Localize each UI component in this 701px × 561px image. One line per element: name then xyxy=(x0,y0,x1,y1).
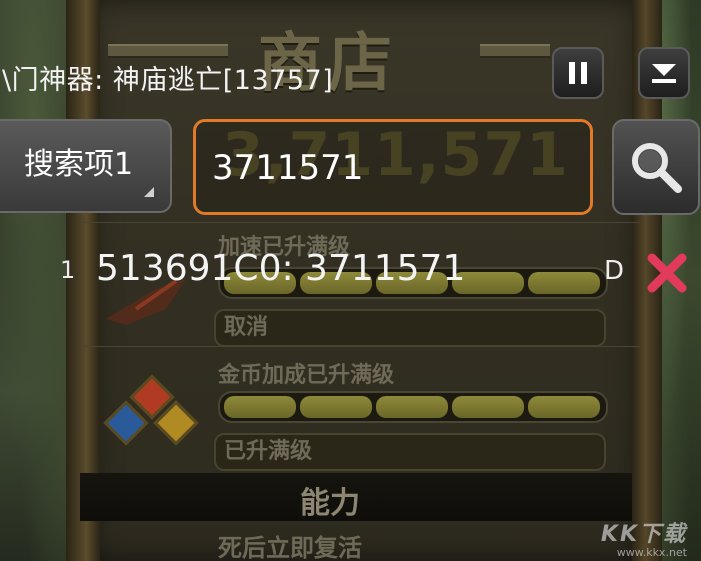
result-index: 1 xyxy=(60,256,76,284)
item-action-button[interactable]: 取消 xyxy=(214,309,606,347)
minimize-icon xyxy=(652,64,676,83)
pause-button[interactable] xyxy=(552,47,604,99)
progress-segment xyxy=(452,396,524,418)
shop-item-coin-bonus: 金币加成已升满级 已升满级 xyxy=(80,346,640,471)
progress-segment xyxy=(300,396,372,418)
game-process-title: \门神器: 神庙逃亡[13757] xyxy=(2,65,334,96)
minimize-button[interactable] xyxy=(638,47,690,99)
gems-icon xyxy=(102,374,199,457)
title-ornament-right xyxy=(480,44,550,58)
progress-segment xyxy=(224,396,296,418)
result-data-type: D xyxy=(604,256,625,286)
close-x-icon xyxy=(647,253,687,293)
item-action-button[interactable]: 已升满级 xyxy=(214,433,606,471)
pause-icon xyxy=(569,62,587,84)
search-button[interactable] xyxy=(612,119,700,215)
upgrade-progress-bar xyxy=(218,391,608,423)
watermark-brand: KK下载 xyxy=(600,521,687,547)
result-address-value: 513691C0: 3711571 xyxy=(96,248,466,289)
progress-segment xyxy=(528,396,600,418)
dropdown-corner-icon xyxy=(144,187,154,197)
item-title-revive: 死后立即复活 xyxy=(218,534,362,561)
item-title: 金币加成已升满级 xyxy=(218,363,395,388)
search-type-label: 搜索项1 xyxy=(24,147,134,182)
search-value-text: 3711571 xyxy=(212,148,364,188)
search-icon xyxy=(632,143,682,193)
ability-section-label: 能力 xyxy=(300,486,360,521)
search-result-row[interactable]: 1 513691C0: 3711571 D xyxy=(0,244,701,300)
title-ornament-left xyxy=(108,44,228,58)
watermark-url: www.kkx.net xyxy=(616,545,687,559)
progress-segment xyxy=(376,396,448,418)
delete-result-button[interactable] xyxy=(644,250,690,296)
search-value-input[interactable]: 3711571 xyxy=(193,119,593,215)
watermark: KK下载 www.kkx.net xyxy=(600,521,687,559)
search-type-dropdown[interactable]: 搜索项1 xyxy=(0,119,172,213)
